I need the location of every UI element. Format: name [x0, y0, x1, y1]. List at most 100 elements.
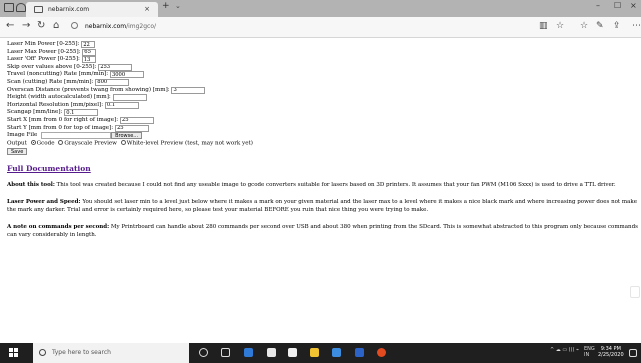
laser-max-label: Laser Max Power [0-255]:	[7, 48, 81, 55]
scan-rate-row: Scan (cutting) Rate [mm/min]:	[7, 78, 637, 87]
h-resolution-label: Horizontal Resolution [mm/pixel]:	[7, 101, 104, 108]
refresh-button[interactable]: ↻	[37, 20, 45, 31]
laser-off-row: Laser 'Off' Power [0-255]:	[7, 56, 637, 64]
share-icon[interactable]: ⇪	[613, 21, 621, 31]
favorites-bar-icon[interactable]: ☆	[580, 21, 588, 31]
app-icon-navy[interactable]	[355, 348, 364, 357]
overscan-label: Overscan Distance (prevents twang from s…	[7, 86, 170, 93]
notifications-icon[interactable]	[629, 349, 637, 357]
file-explorer-icon[interactable]	[310, 348, 319, 357]
about-text: This tool was created because I could no…	[56, 182, 616, 189]
note-title: A note on commands per second:	[7, 224, 110, 231]
store-icon[interactable]	[288, 348, 297, 357]
output-whitelevel-label: White-level Preview (test, may not work …	[126, 140, 253, 147]
output-gcode-radio[interactable]	[30, 139, 36, 145]
tab-actions-icon[interactable]	[4, 3, 14, 12]
travel-rate-input[interactable]	[109, 71, 144, 79]
task-view-icon[interactable]	[221, 348, 230, 357]
start-x-label: Start X [mm from 0 for right of image]:	[7, 116, 119, 123]
h-resolution-row: Horizontal Resolution [mm/pixel]:	[7, 101, 637, 110]
start-y-label: Start Y [mm from 0 for top of image]:	[7, 124, 114, 131]
clock-date: 2/25/2020	[598, 352, 624, 358]
overscan-input[interactable]	[171, 86, 206, 94]
image-file-row: Image File Browse...	[7, 132, 637, 140]
taskbar-clock[interactable]: 9:34 PM 2/25/2020	[598, 346, 624, 358]
cortana-icon[interactable]	[199, 348, 208, 357]
about-paragraph: About this tool: This tool was created b…	[7, 181, 641, 189]
app-icon-orange[interactable]	[377, 348, 386, 357]
output-gcode-label: Gcode	[36, 140, 55, 147]
url-path: /img2gco/	[126, 23, 157, 30]
output-grayscale-label: Grayscale Preview	[64, 140, 117, 147]
save-button[interactable]: Save	[7, 148, 28, 156]
page-favicon-icon	[34, 6, 43, 13]
laser-min-label: Laser Min Power [0-255]:	[7, 41, 80, 47]
tab-close-icon[interactable]: ×	[144, 2, 150, 17]
reading-view-icon[interactable]: ▥	[539, 21, 548, 31]
search-placeholder: Type here to search	[52, 349, 111, 356]
power-paragraph: Laser Power and Speed: You should set la…	[7, 198, 641, 214]
note-paragraph: A note on commands per second: My Printr…	[7, 223, 641, 239]
site-info-icon[interactable]	[71, 22, 78, 29]
back-button[interactable]: ←	[6, 20, 14, 31]
laser-off-label: Laser 'Off' Power [0-255]:	[7, 56, 80, 63]
notes-pen-icon[interactable]: ✎	[596, 21, 604, 31]
power-title: Laser Power and Speed:	[7, 199, 81, 206]
save-row: Save	[7, 147, 637, 156]
minimize-button[interactable]: –	[596, 1, 600, 10]
image-file-input[interactable]	[41, 132, 112, 140]
address-bar: ← → ↻ ⌂ nebarnix.com/img2gco/ ▥ ☆ ☆ ✎ ⇪ …	[0, 17, 641, 38]
laser-max-input[interactable]	[82, 48, 97, 56]
start-x-input[interactable]	[119, 116, 154, 124]
windows-taskbar: Type here to search ^ ☁ ▭ ((( ⌁ ENG IN 9:…	[0, 343, 641, 363]
browser-tab-bar: nebarnix.com × + ⌄ – ☐ ×	[0, 0, 641, 17]
search-icon	[39, 349, 46, 356]
home-button[interactable]: ⌂	[53, 20, 59, 31]
browse-button[interactable]: Browse...	[111, 132, 143, 140]
scangap-input[interactable]	[64, 109, 99, 117]
forward-button[interactable]: →	[22, 20, 30, 31]
skip-over-input[interactable]	[98, 63, 133, 71]
image-file-label: Image File	[7, 132, 38, 139]
scan-rate-label: Scan (cutting) Rate [mm/min]:	[7, 78, 94, 85]
close-window-button[interactable]: ×	[630, 1, 637, 10]
input-language[interactable]: ENG IN	[584, 346, 595, 358]
laser-max-row: Laser Max Power [0-255]:	[7, 48, 637, 57]
height-input[interactable]	[112, 94, 147, 102]
laser-off-input[interactable]	[81, 56, 96, 64]
scangap-label: Scangap [mm/line]:	[7, 109, 63, 116]
new-tab-button[interactable]: +	[162, 1, 170, 11]
laser-min-row: Laser Min Power [0-255]:	[7, 41, 637, 49]
output-whitelevel-radio[interactable]	[120, 139, 126, 145]
full-documentation-link[interactable]: Full Documentation	[7, 165, 637, 173]
app-icon-blue[interactable]	[332, 348, 341, 357]
start-y-input[interactable]	[114, 124, 149, 132]
url-field[interactable]: nebarnix.com/img2gco/	[85, 23, 156, 30]
lang-region: IN	[584, 352, 590, 358]
url-host: nebarnix.com	[85, 23, 127, 30]
system-tray-icons[interactable]: ^ ☁ ▭ ((( ⌁	[550, 347, 579, 353]
scan-rate-input[interactable]	[95, 78, 130, 86]
start-x-row: Start X [mm from 0 for right of image]:	[7, 116, 637, 125]
maximize-button[interactable]: ☐	[614, 1, 621, 10]
favorite-star-icon[interactable]: ☆	[556, 21, 564, 31]
skip-over-label: Skip over values above [0-255]:	[7, 63, 97, 70]
tab-title: nebarnix.com	[48, 6, 90, 13]
output-row: Output Gcode Grayscale Preview White-lev…	[7, 139, 637, 148]
output-grayscale-radio[interactable]	[58, 139, 64, 145]
start-y-row: Start Y [mm from 0 for top of image]:	[7, 124, 637, 133]
edge-browser-icon[interactable]	[244, 348, 253, 357]
h-resolution-input[interactable]	[104, 101, 139, 109]
mail-icon[interactable]	[267, 348, 276, 357]
more-menu-icon[interactable]: ⋯	[632, 21, 641, 31]
set-aside-tabs-icon[interactable]	[16, 3, 26, 12]
travel-rate-label: Travel (noncutting) Rate [mm/min]:	[7, 71, 109, 78]
feedback-tab[interactable]	[630, 286, 640, 298]
taskbar-search-box[interactable]: Type here to search	[33, 343, 189, 363]
laser-min-input[interactable]	[81, 41, 96, 48]
power-text: You should set laser min to a level just…	[7, 199, 637, 214]
scangap-row: Scangap [mm/line]:	[7, 109, 637, 117]
tab-dropdown-icon[interactable]: ⌄	[175, 2, 181, 10]
start-windows-icon[interactable]	[9, 348, 18, 357]
tab-nebarnix[interactable]: nebarnix.com ×	[26, 2, 158, 17]
